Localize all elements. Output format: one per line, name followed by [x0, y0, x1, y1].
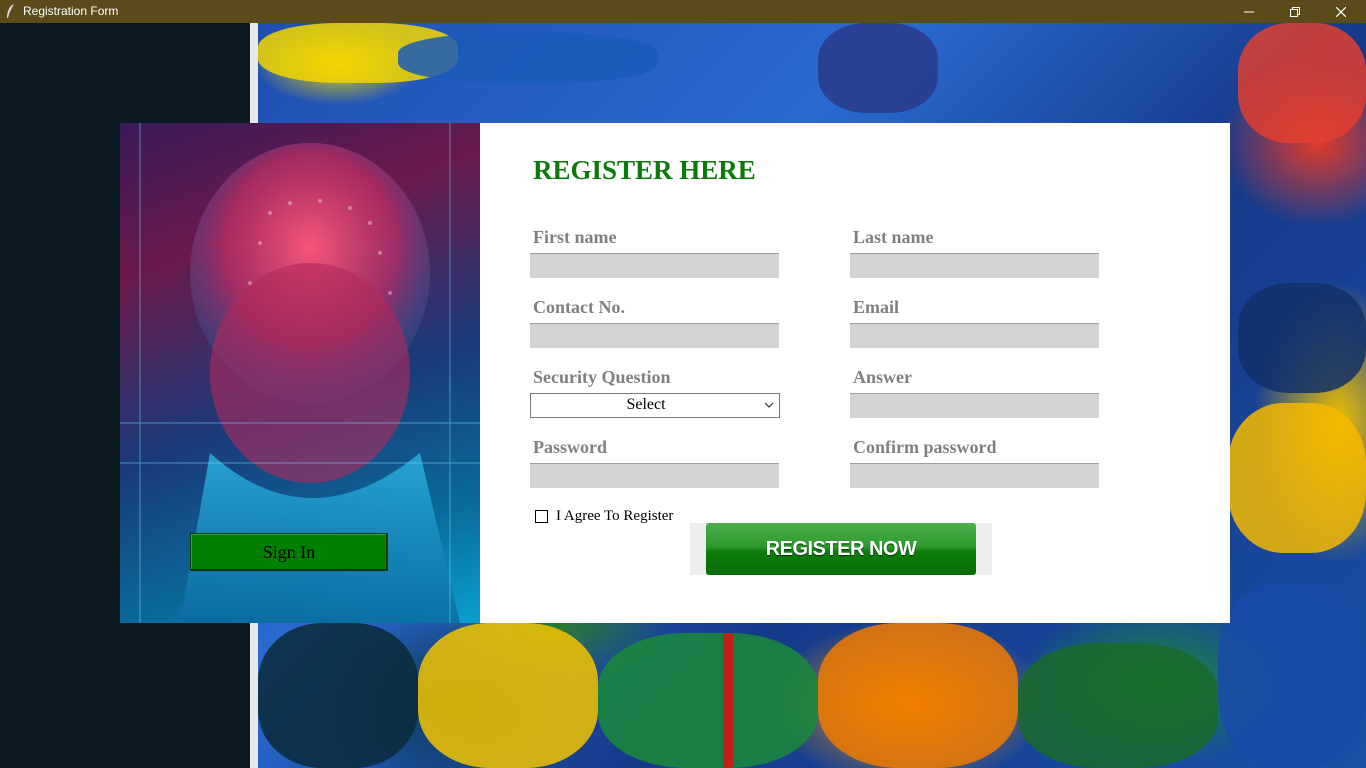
restore-button[interactable]: [1272, 0, 1318, 23]
last-name-label: Last name: [853, 227, 934, 247]
ai-head-image-panel: Sign In: [120, 123, 480, 623]
contact-label: Contact No.: [533, 297, 625, 317]
password-label: Password: [533, 437, 608, 457]
answer-input[interactable]: [850, 393, 1099, 418]
window-title: Registration Form: [23, 4, 119, 18]
registration-form-panel: REGISTER HERE First name Last name Conta…: [480, 123, 1230, 623]
title-bar: Registration Form: [0, 0, 1366, 23]
minimize-icon: [1244, 11, 1254, 12]
security-question-select[interactable]: Select: [530, 393, 780, 418]
security-question-value: Select: [626, 396, 666, 413]
contact-input[interactable]: [530, 323, 779, 348]
agree-checkbox[interactable]: [535, 510, 548, 523]
close-icon: [1336, 6, 1346, 17]
email-label: Email: [853, 297, 900, 317]
email-input[interactable]: [850, 323, 1099, 348]
first-name-label: First name: [533, 227, 617, 247]
first-name-input[interactable]: [530, 253, 779, 278]
chevron-down-icon: [764, 402, 774, 408]
restore-icon: [1290, 6, 1300, 17]
feather-icon: [7, 4, 14, 18]
security-question-label: Security Question: [533, 367, 671, 387]
close-button[interactable]: [1318, 0, 1364, 23]
agree-label: I Agree To Register: [556, 508, 674, 524]
confirm-password-input[interactable]: [850, 463, 1099, 488]
answer-label: Answer: [853, 367, 912, 387]
confirm-password-label: Confirm password: [853, 437, 997, 457]
register-button-container: REGISTER NOW: [690, 523, 992, 575]
form-title: REGISTER HERE: [533, 155, 756, 185]
register-now-button[interactable]: REGISTER NOW: [706, 523, 976, 575]
password-input[interactable]: [530, 463, 779, 488]
last-name-input[interactable]: [850, 253, 1099, 278]
sign-in-button[interactable]: Sign In: [190, 533, 388, 571]
minimize-button[interactable]: [1226, 0, 1272, 23]
agree-checkbox-row[interactable]: I Agree To Register: [535, 508, 673, 525]
